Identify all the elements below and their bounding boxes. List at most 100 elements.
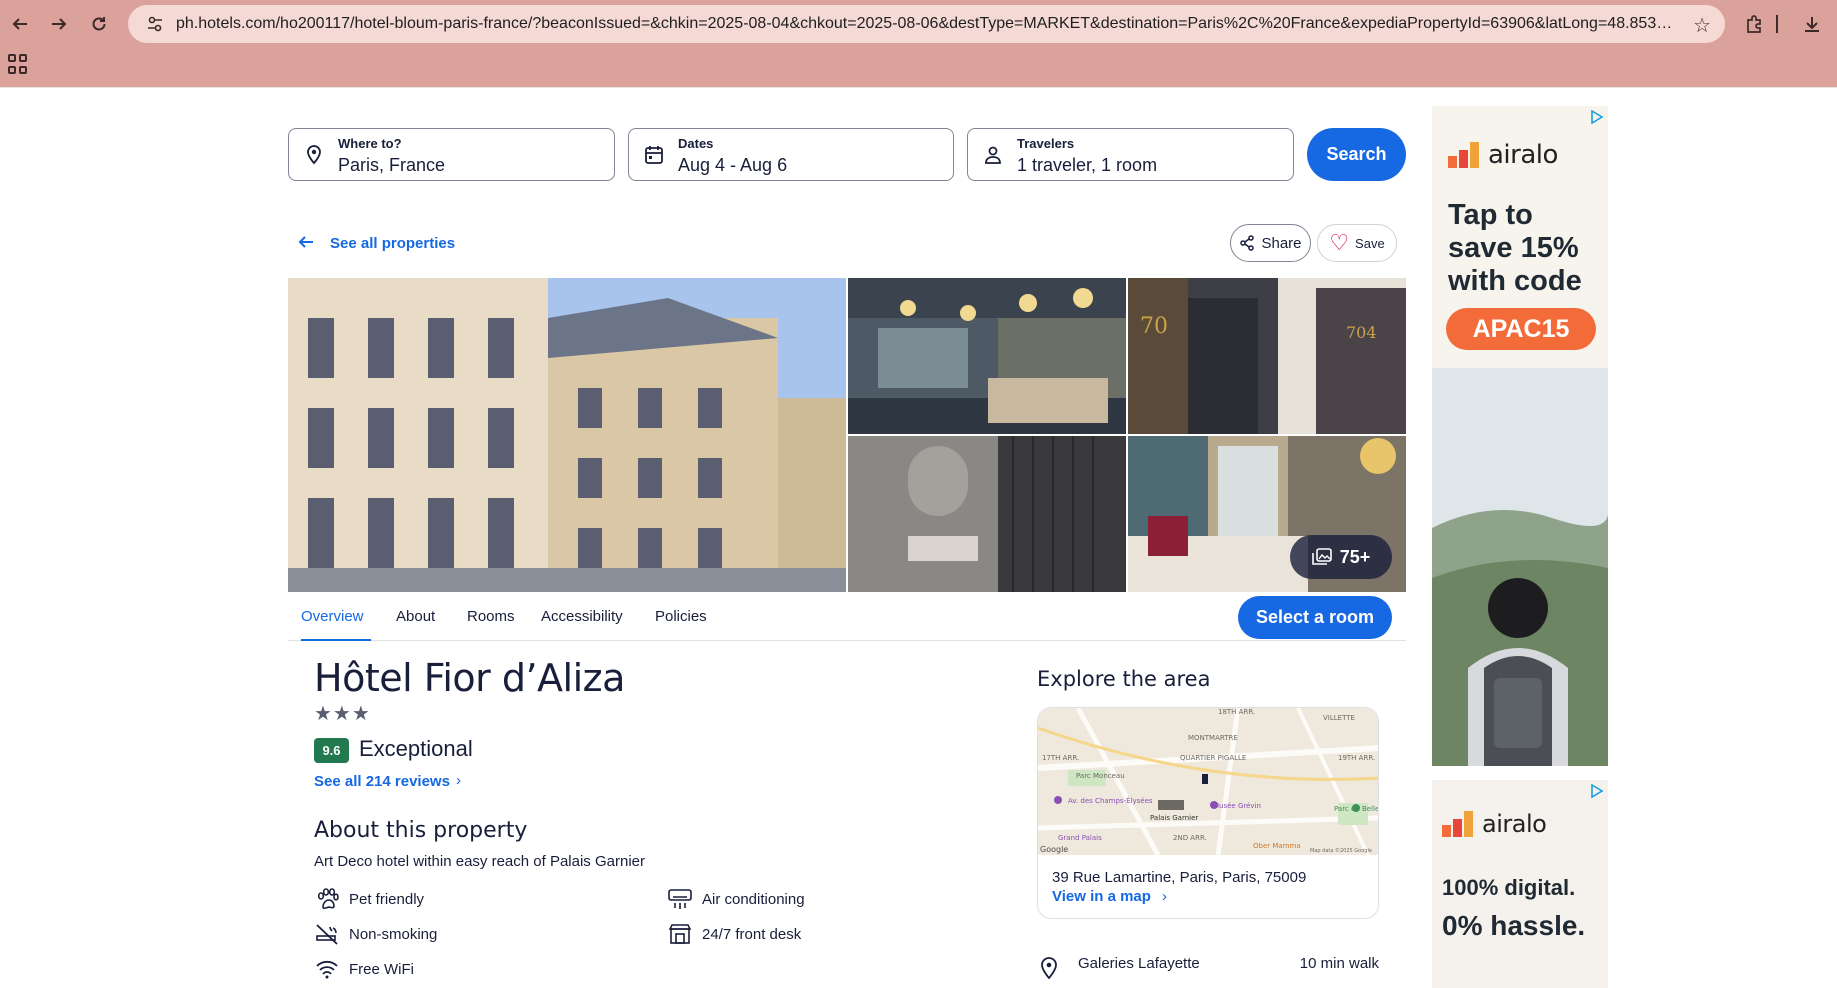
ad-headline-line: with code <box>1448 265 1582 297</box>
airalo-logo: airalo <box>1448 140 1558 170</box>
location-pin-icon <box>307 145 321 165</box>
map-label-18th: 18TH ARR. <box>1218 708 1255 716</box>
map-label-villette: VILLETTE <box>1323 714 1355 722</box>
ad-line-hassle: 0% hassle. <box>1442 910 1586 941</box>
map-label-champs-elysees: Av. des Champs-Élysées <box>1068 796 1153 805</box>
calendar-icon <box>645 146 663 164</box>
tab-policies[interactable]: Policies <box>655 608 707 625</box>
destination-field[interactable]: Where to? Paris, France <box>288 128 615 181</box>
advertisement-airalo-bottom[interactable]: airalo 100% digital. 0% hassle. <box>1432 780 1608 988</box>
ad-traveler-image <box>1432 368 1608 766</box>
gallery-count-button[interactable]: 75+ <box>1290 535 1392 579</box>
rating-score-badge: 9.6 <box>314 738 349 763</box>
amenity-label: 24/7 front desk <box>702 925 802 943</box>
amenity-non-smoking: Non-smoking <box>314 922 437 946</box>
view-in-map-link[interactable]: View in a map <box>1052 888 1151 905</box>
hotel-bar-photo[interactable] <box>848 278 1126 434</box>
travelers-value[interactable]: 1 traveler, 1 room <box>1017 155 1157 176</box>
hotel-name: Hôtel Fior d’Aliza <box>314 656 625 700</box>
destination-label: Where to? <box>338 136 402 151</box>
map-label-parc-monceau: Parc Monceau <box>1076 772 1125 780</box>
ad-headline-line: save 15% <box>1448 232 1579 264</box>
chevron-right-icon: › <box>1162 888 1167 905</box>
chrome-divider <box>0 87 1837 88</box>
ac-icon <box>667 887 693 911</box>
area-map[interactable]: 18TH ARR. VILLETTE MONTMARTRE 17TH ARR. … <box>1038 708 1379 855</box>
hotel-door-photo[interactable]: 70 704 <box>1128 278 1406 434</box>
toolbar-divider <box>1772 10 1782 38</box>
airalo-brand: airalo <box>1488 140 1558 170</box>
destination-value[interactable]: Paris, France <box>338 155 445 176</box>
location-pin-icon <box>1041 957 1057 979</box>
share-icon <box>1240 235 1255 251</box>
arrow-left-icon <box>298 232 314 255</box>
site-settings-icon[interactable] <box>144 13 166 35</box>
amenity-label: Air conditioning <box>702 890 805 908</box>
save-label: Save <box>1355 235 1385 251</box>
nearby-place-distance: 10 min walk <box>1299 955 1379 972</box>
map-label-grand-palais: Grand Palais <box>1058 834 1102 842</box>
active-tab-indicator <box>301 639 371 641</box>
bookmark-star-icon[interactable]: ☆ <box>1693 13 1711 38</box>
share-label: Share <box>1261 234 1302 252</box>
explore-area-heading: Explore the area <box>1037 667 1211 691</box>
chevron-right-icon: › <box>456 772 461 789</box>
map-label-montmartre: MONTMARTRE <box>1188 734 1238 742</box>
tab-rooms[interactable]: Rooms <box>467 608 515 625</box>
dates-label: Dates <box>678 136 714 151</box>
dates-value[interactable]: Aug 4 - Aug 6 <box>678 155 787 176</box>
ad-choices-icon[interactable] <box>1590 109 1604 125</box>
amenity-label: Non-smoking <box>349 925 438 943</box>
see-all-properties-link[interactable]: See all properties <box>298 232 455 255</box>
map-card[interactable]: 18TH ARR. VILLETTE MONTMARTRE 17TH ARR. … <box>1037 707 1379 919</box>
ad-headline-line: Tap to <box>1448 199 1533 231</box>
hotel-address: 39 Rue Lamartine, Paris, Paris, 75009 <box>1052 869 1307 886</box>
back-icon[interactable] <box>4 8 36 40</box>
share-button[interactable]: Share <box>1230 224 1311 262</box>
heart-icon: ♡ <box>1329 230 1350 255</box>
reload-icon[interactable] <box>83 8 115 40</box>
amenity-air-conditioning: Air conditioning <box>667 887 805 911</box>
travelers-label: Travelers <box>1017 136 1075 151</box>
amenity-pet-friendly: Pet friendly <box>314 887 424 911</box>
tab-about[interactable]: About <box>396 608 435 625</box>
person-icon <box>985 146 1001 164</box>
map-label-2nd: 2ND ARR. <box>1173 834 1207 842</box>
map-label-pigalle: QUARTIER PIGALLE <box>1180 754 1246 762</box>
tab-accessibility[interactable]: Accessibility <box>541 608 623 625</box>
rating-description: Exceptional <box>359 736 473 761</box>
save-button[interactable]: ♡ Save <box>1317 224 1397 262</box>
apps-grid-icon[interactable] <box>8 54 28 74</box>
about-property-summary: Art Deco hotel within easy reach of Pala… <box>314 853 645 870</box>
select-room-button[interactable]: Select a room <box>1238 596 1392 639</box>
ad-headline: Tap to save 15% with code <box>1448 199 1608 298</box>
map-attribution: Map data ©2025 Google <box>1310 847 1372 854</box>
dates-field[interactable]: Dates Aug 4 - Aug 6 <box>628 128 954 181</box>
browser-toolbar: ph.hotels.com/ho200117/hotel-bloum-paris… <box>0 0 1837 87</box>
ad-choices-icon[interactable] <box>1590 783 1604 799</box>
download-icon[interactable] <box>1798 10 1826 38</box>
nearby-place-name: Galeries Lafayette <box>1078 955 1200 972</box>
travelers-field[interactable]: Travelers 1 traveler, 1 room <box>967 128 1294 181</box>
amenity-front-desk: 24/7 front desk <box>667 922 801 946</box>
tab-overview[interactable]: Overview <box>301 608 364 625</box>
extensions-icon[interactable] <box>1740 10 1768 38</box>
address-bar[interactable]: ph.hotels.com/ho200117/hotel-bloum-paris… <box>128 5 1725 43</box>
see-all-properties-label: See all properties <box>330 235 456 252</box>
hotel-bathroom-photo[interactable] <box>848 436 1126 592</box>
map-label-19th: 19TH ARR. <box>1338 754 1375 762</box>
airalo-logo: airalo <box>1442 810 1547 838</box>
search-button[interactable]: Search <box>1307 128 1406 181</box>
url-text[interactable]: ph.hotels.com/ho200117/hotel-bloum-paris… <box>176 15 1676 33</box>
advertisement-airalo-top[interactable]: airalo Tap to save 15% with code APAC15 <box>1432 106 1608 766</box>
star-rating: ★★★ <box>314 703 371 725</box>
see-all-reviews-link[interactable]: See all 214 reviews <box>314 773 450 790</box>
hotel-exterior-photo[interactable] <box>288 278 846 592</box>
forward-icon[interactable] <box>43 8 75 40</box>
airalo-brand: airalo <box>1482 810 1547 838</box>
about-property-heading: About this property <box>314 818 528 843</box>
svg-text:70: 70 <box>1140 314 1168 339</box>
ad-line-digital: 100% digital. <box>1442 875 1576 900</box>
ad-promo-code[interactable]: APAC15 <box>1446 308 1596 350</box>
map-label-musee-grevin: Musée Grévin <box>1213 802 1261 810</box>
